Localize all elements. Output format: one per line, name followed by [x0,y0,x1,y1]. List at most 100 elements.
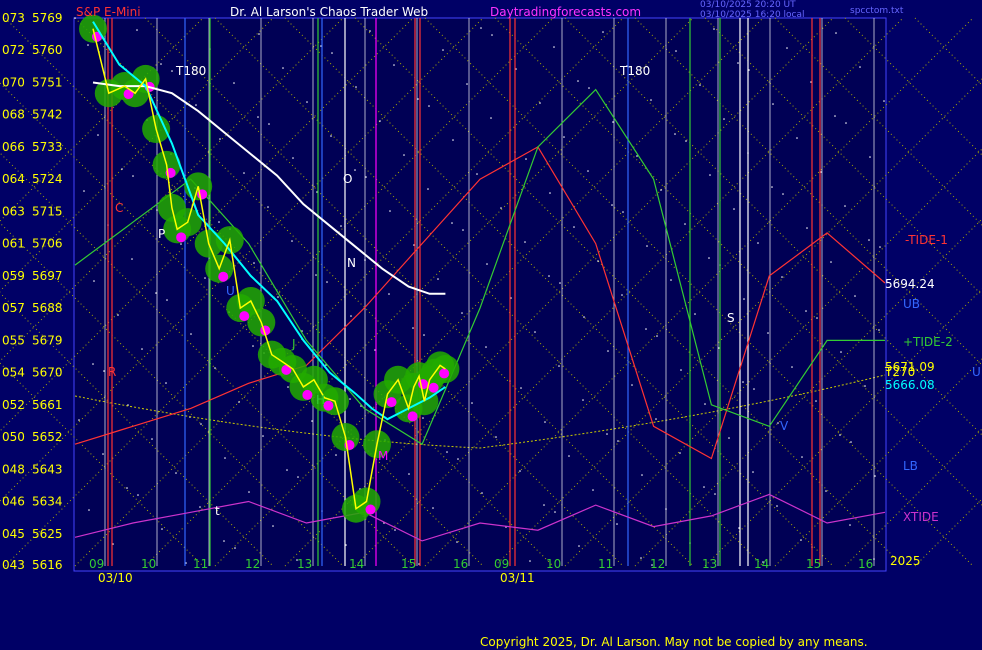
star-dot [126,487,128,489]
star-dot [121,168,123,170]
star-dot [117,314,119,316]
star-dot [452,139,454,141]
star-dot [423,334,425,336]
star-dot [558,365,560,367]
star-dot [175,472,177,474]
x-hour-label: 14 [754,557,769,571]
star-dot [553,46,555,48]
star-dot [801,456,803,458]
y-tick-label: 5733 [32,140,63,154]
y-tick-alt-label: 068 [2,108,25,122]
right-label: U [972,365,981,379]
star-dot [195,104,197,106]
star-dot [568,455,570,457]
star-dot [713,28,715,30]
star-dot [369,30,371,32]
star-dot [166,299,168,301]
star-dot [879,246,881,248]
site-link[interactable]: Daytradingforecasts.com [490,5,641,19]
star-dot [171,70,173,72]
plot-area [73,17,887,572]
star-dot [772,103,774,105]
star-dot [136,29,138,31]
star-dot [806,227,808,229]
star-dot [525,158,527,160]
star-dot [859,66,861,68]
y-tick-label: 5697 [32,269,63,283]
time-marker-label: t [215,504,220,518]
y-tick-alt-label: 064 [2,172,25,186]
y-tick-label: 5652 [32,430,63,444]
y-tick-label: 5742 [32,108,63,122]
diag-grid-line [914,17,982,86]
star-dot [500,207,502,209]
x-hour-label: 09 [89,557,104,571]
star-dot [257,116,259,118]
star-dot [223,540,225,542]
star-dot [102,453,104,455]
star-dot [292,157,294,159]
price-dot [218,271,229,282]
star-dot [219,138,221,140]
star-dot [218,221,220,223]
star-dot [597,260,599,262]
right-label: T270 [884,365,915,379]
star-dot [78,419,80,421]
star-dot [786,47,788,49]
price-dot [428,382,439,393]
star-dot [723,118,725,120]
star-dot [466,83,468,85]
star-dot [355,86,357,88]
star-dot [752,471,754,473]
right-label: XTIDE [903,510,939,524]
star-dot [520,387,522,389]
star-dot [679,452,681,454]
star-dot [607,350,609,352]
star-dot [874,475,876,477]
star-dot [408,473,410,475]
star-dot [437,278,439,280]
star-dot [684,223,686,225]
star-dot [151,438,153,440]
star-dot [645,328,647,330]
star-dot [340,225,342,227]
star-dot [606,433,608,435]
price-dot [365,504,376,515]
star-dot [519,470,521,472]
star-dot [699,84,701,86]
star-dot [612,121,614,123]
star-dot [204,277,206,279]
y-tick-label: 5643 [32,462,63,476]
star-dot [549,192,551,194]
star-dot [432,507,434,509]
time-marker-label: O [343,172,352,186]
star-dot [656,335,658,337]
star-dot [737,62,739,64]
star-dot [878,329,880,331]
star-dot [442,49,444,51]
time-marker-label: M [378,449,388,463]
star-dot [840,351,842,353]
star-dot [272,525,274,527]
x-hour-label: 13 [297,557,312,571]
right-label: LB [903,459,918,473]
star-dot [354,169,356,171]
star-dot [703,486,705,488]
star-dot [529,560,531,562]
diag-grid-line [914,498,982,567]
star-dot [93,280,95,282]
star-dot [631,384,633,386]
star-dot [850,441,852,443]
star-dot [335,454,337,456]
time-marker-label: C [115,201,123,215]
star-dot [640,557,642,559]
star-dot [815,400,817,402]
star-dot [771,186,773,188]
star-dot [621,294,623,296]
star-dot [592,489,594,491]
star-dot [155,292,157,294]
x-hour-label: 13 [702,557,717,571]
time-marker-label: U [226,284,235,298]
y-tick-alt-label: 046 [2,495,25,509]
time-marker-label: R [108,365,116,379]
